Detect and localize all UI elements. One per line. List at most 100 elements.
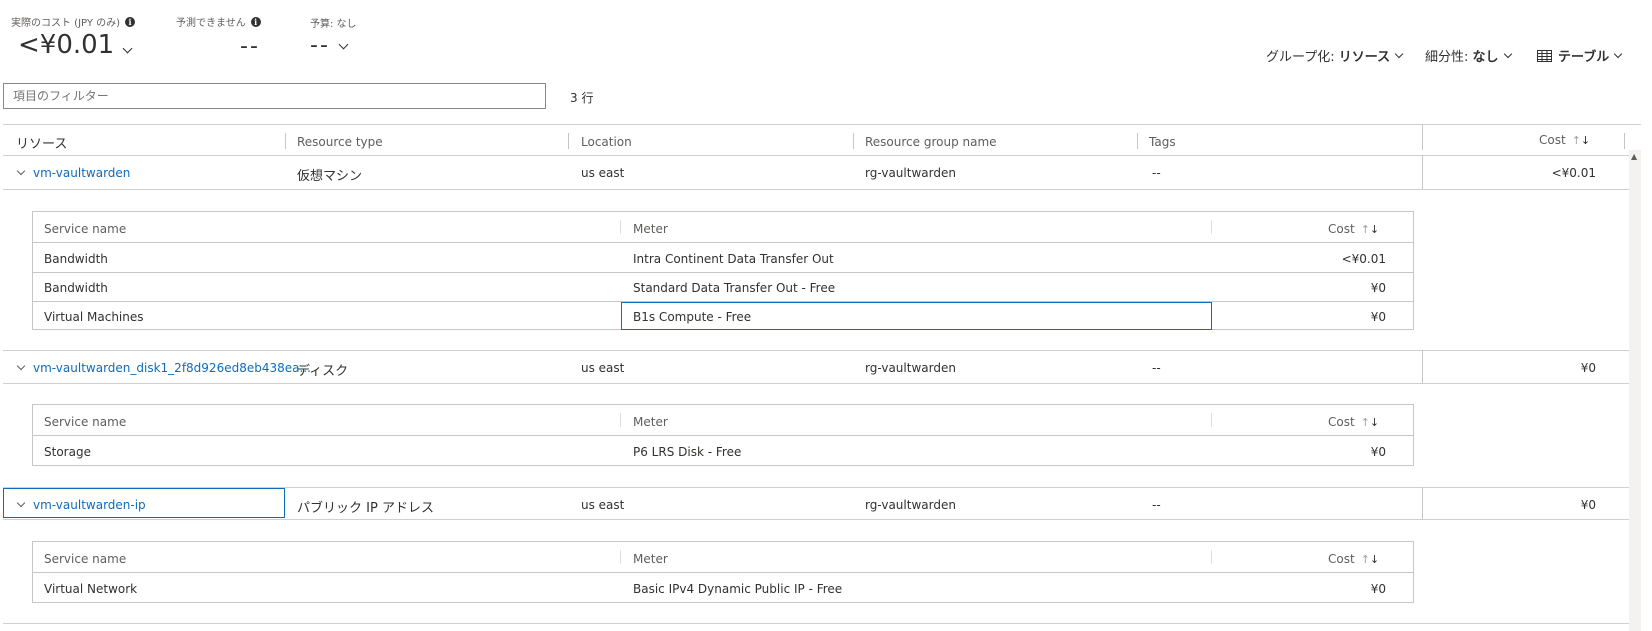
view-type-label: テーブル [1558,50,1610,65]
location-cell: us east [581,498,625,512]
forecast-value: -- [240,34,260,59]
sub-header-border [33,572,1413,573]
column-header-resource-group[interactable]: Resource group name [865,135,997,149]
grid-top-border [3,124,1641,125]
chevron-down-icon [1613,49,1623,58]
resource-group-cell: rg-vaultwarden [865,498,956,512]
resource-link[interactable]: vm-vaultwarden [33,166,130,180]
view-type-dropdown[interactable]: テーブル [1537,46,1623,65]
tags-cell: -- [1152,498,1161,512]
info-icon[interactable]: i [250,16,261,27]
actual-cost-label-text: 実際のコスト (JPY のみ) [11,18,121,29]
chevron-down-icon[interactable] [16,361,26,371]
service-cell: Bandwidth [44,281,108,295]
detail-table-2: Service name Meter Cost ↑↓ Storage P6 LRS… [32,404,1414,466]
sort-icon[interactable]: ↑↓ [1361,223,1379,236]
sub-header-meter[interactable]: Meter [633,222,668,236]
service-cell: Bandwidth [44,252,108,266]
location-cell: us east [581,166,625,180]
row-border [3,623,1629,624]
budget-label: 予算: なし [310,15,357,30]
detail-cost-cell: ¥0 [1370,310,1386,324]
column-divider [1137,133,1138,149]
column-header-cost-label: Cost [1539,133,1566,147]
actual-cost-label: 実際のコスト (JPY のみ) i [11,14,136,29]
chevron-down-icon[interactable] [16,166,26,176]
column-header-tags[interactable]: Tags [1149,135,1176,149]
info-icon[interactable]: i [125,16,136,27]
sort-icon[interactable]: ↑↓ [1361,553,1379,566]
sort-icon[interactable]: ↑↓ [1361,416,1379,429]
resource-group-cell: rg-vaultwarden [865,166,956,180]
sub-header-cost[interactable]: Cost ↑↓ [1328,415,1379,429]
scroll-up-icon[interactable]: ▲ [1631,152,1637,161]
sub-header-cost-label: Cost [1328,222,1355,236]
detail-cost-cell: ¥0 [1370,281,1386,295]
sub-header-service[interactable]: Service name [44,552,126,566]
resource-type-cell: ディスク [297,364,349,379]
group-by-prefix: グループ化: [1266,50,1339,65]
resource-type-cell: 仮想マシン [297,169,363,184]
budget-value[interactable]: -- [310,33,349,58]
sub-header-service[interactable]: Service name [44,222,126,236]
column-header-location[interactable]: Location [581,135,632,149]
column-divider [1422,124,1423,150]
column-header-resource-type[interactable]: Resource type [297,135,383,149]
meter-cell: Basic IPv4 Dynamic Public IP - Free [633,582,843,596]
meter-cell: B1s Compute - Free [633,310,752,324]
resource-link[interactable]: vm-vaultwarden-ip [33,498,146,512]
meter-cell: P6 LRS Disk - Free [633,445,742,459]
row-border [3,189,1629,190]
sort-icon[interactable]: ↑↓ [1572,134,1590,147]
chevron-down-icon [1503,49,1512,58]
actual-cost-value[interactable]: <¥0.01 [18,30,133,60]
detail-table-1: Service name Meter Cost ↑↓ Bandwidth Intr… [32,211,1414,330]
sub-header-meter[interactable]: Meter [633,415,668,429]
group-by-dropdown[interactable]: グループ化: リソース [1266,46,1404,65]
cost-column-border [1422,350,1423,384]
resource-type-cell: パブリック IP アドレス [297,501,434,516]
tags-cell: -- [1152,166,1161,180]
row-border [3,519,1629,520]
cost-cell: <¥0.01 [1551,166,1596,180]
sub-header-meter[interactable]: Meter [633,552,668,566]
column-header-cost[interactable]: Cost ↑↓ [1539,133,1590,147]
column-header-resource[interactable]: リソース [16,133,67,152]
granularity-dropdown[interactable]: 細分性: なし [1425,46,1512,65]
vertical-scrollbar[interactable] [1629,150,1641,631]
actual-cost-value-text: <¥0.01 [18,30,115,60]
sub-column-divider [620,413,621,427]
sub-header-cost-label: Cost [1328,415,1355,429]
service-cell: Virtual Machines [44,310,144,324]
cost-column-border [1422,487,1423,520]
sub-column-divider [620,220,621,234]
column-divider [568,133,569,149]
resource-row-2[interactable]: vm-vaultwarden_disk1_2f8d926ed8eb438ea..… [16,361,311,375]
sub-column-divider [1211,413,1212,427]
resource-row-1[interactable]: vm-vaultwarden [16,166,130,180]
sub-header-cost[interactable]: Cost ↑↓ [1328,552,1379,566]
chevron-down-icon[interactable] [16,498,26,508]
budget-value-text: -- [310,33,330,58]
sub-header-border [33,435,1413,436]
sub-row-border [33,272,1413,273]
resource-link[interactable]: vm-vaultwarden_disk1_2f8d926ed8eb438ea..… [33,361,311,375]
service-cell: Virtual Network [44,582,138,596]
table-icon [1537,49,1552,62]
column-divider [1624,133,1625,149]
filter-input[interactable] [3,83,546,109]
service-cell: Storage [44,445,91,459]
sub-column-divider [620,550,621,564]
granularity-value: なし [1472,50,1499,65]
column-divider [853,133,854,149]
meter-cell: Standard Data Transfer Out - Free [633,281,836,295]
detail-cost-cell: ¥0 [1370,445,1386,459]
detail-table-3: Service name Meter Cost ↑↓ Virtual Networ… [32,541,1414,603]
chevron-down-icon [122,43,133,53]
sub-header-service[interactable]: Service name [44,415,126,429]
chevron-down-icon [1394,49,1404,58]
resource-group-cell: rg-vaultwarden [865,361,956,375]
resource-row-3[interactable]: vm-vaultwarden-ip [16,498,146,512]
tags-cell: -- [1152,361,1161,375]
sub-header-cost[interactable]: Cost ↑↓ [1328,222,1379,236]
